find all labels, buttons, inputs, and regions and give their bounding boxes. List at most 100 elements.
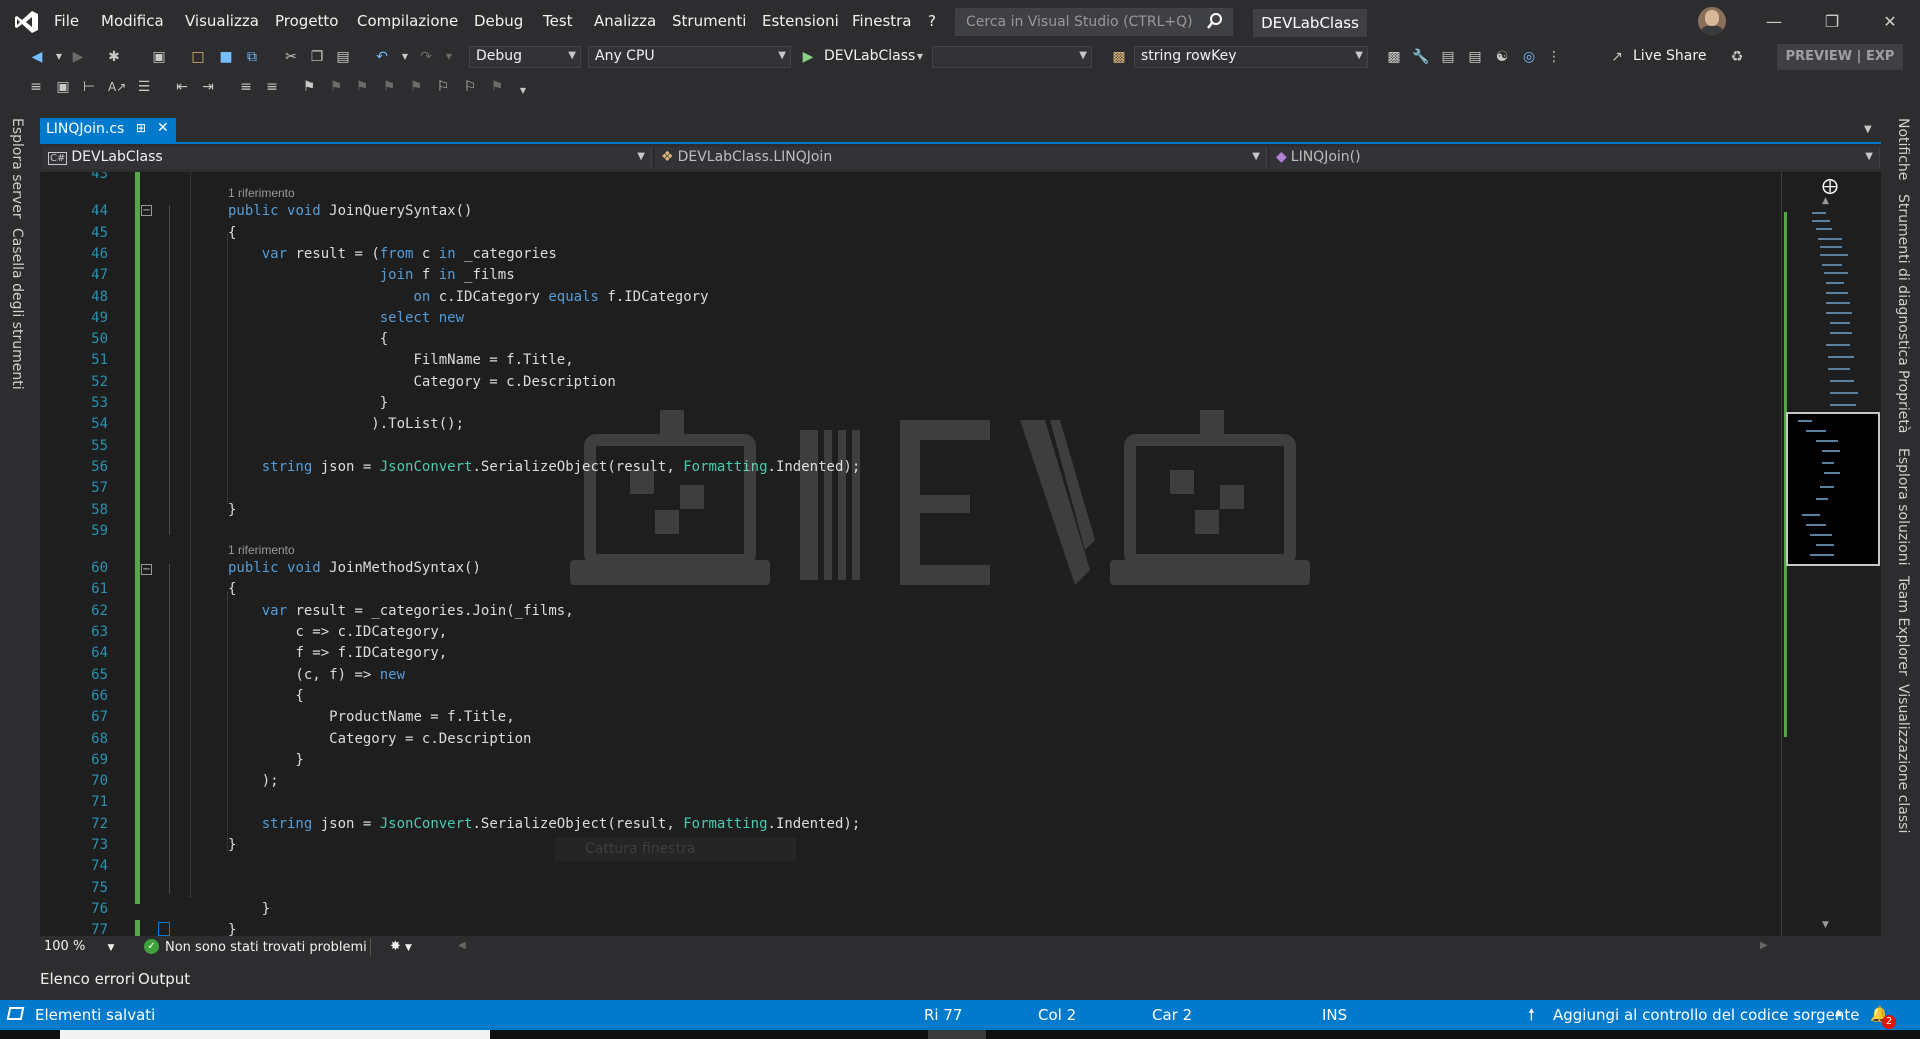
indent-icon[interactable]: ⇥ — [199, 78, 217, 96]
debug-target-select[interactable]: ▼ — [932, 46, 1092, 68]
redo-icon[interactable]: ↷ — [417, 48, 435, 66]
toolbar-overflow-icon[interactable]: ▼ — [514, 82, 532, 100]
bookmark-icon[interactable]: ⚑ — [300, 78, 318, 96]
member-list-icon[interactable]: ⊢ — [80, 78, 98, 96]
uncomment-icon[interactable]: ≡ — [263, 78, 281, 96]
next-bookmark-folder-icon[interactable]: ⚑ — [407, 78, 425, 96]
code-line[interactable]: var result = _categories.Join(_films, — [228, 603, 574, 619]
prev-bookmark-folder-icon[interactable]: ⚑ — [380, 78, 398, 96]
collapse-icon[interactable]: − — [141, 564, 152, 575]
tab-notifiche[interactable]: Notifiche — [1895, 118, 1911, 180]
status-row[interactable]: Ri 77 — [924, 1006, 962, 1024]
tab-elenco-errori[interactable]: Elenco errori — [40, 970, 135, 988]
outdent-icon[interactable]: ⇤ — [173, 78, 191, 96]
code-line[interactable]: on c.IDCategory equals f.IDCategory — [228, 289, 708, 305]
avatar[interactable] — [1698, 7, 1726, 35]
code-line[interactable]: string json = JsonConvert.SerializeObjec… — [228, 459, 861, 475]
menu-finestra[interactable]: Finestra — [852, 12, 912, 30]
menu-test[interactable]: Test — [543, 12, 573, 30]
next-bookmark-doc-icon[interactable]: ⚐ — [461, 78, 479, 96]
menu-compilazione[interactable]: Compilazione — [357, 12, 458, 30]
close-window-button[interactable]: ✕ — [1870, 8, 1910, 36]
code-line[interactable]: Category = c.Description — [228, 374, 615, 390]
visual-studio-logo-icon[interactable] — [14, 9, 40, 39]
pin-icon[interactable]: ⊞ — [136, 121, 146, 135]
parameter-info-icon[interactable]: ▣ — [54, 78, 72, 96]
quick-info-icon[interactable]: ≡ — [27, 78, 45, 96]
comment-icon[interactable]: ≡ — [237, 78, 255, 96]
tab-output[interactable]: Output — [138, 970, 190, 988]
menu-strumenti[interactable]: Strumenti — [672, 12, 746, 30]
start-debug-button[interactable]: DEVLabClass — [824, 48, 915, 64]
status-char[interactable]: Car 2 — [1152, 1006, 1192, 1024]
list-icon[interactable]: ☰ — [135, 78, 153, 96]
live-share-button[interactable]: Live Share — [1633, 48, 1706, 64]
prev-bookmark-icon[interactable]: ⚑ — [327, 78, 345, 96]
forward-icon[interactable]: ▶ — [69, 48, 87, 66]
menu-estensioni[interactable]: Estensioni — [762, 12, 839, 30]
back-icon[interactable]: ◀ — [28, 48, 46, 66]
code-line[interactable]: } — [228, 901, 270, 917]
prev-bookmark-doc-icon[interactable]: ⚐ — [434, 78, 452, 96]
search-icon[interactable] — [1206, 12, 1224, 34]
project-select[interactable]: C# DEVLabClass ▼ — [42, 147, 652, 169]
menu-analizza[interactable]: Analizza — [594, 12, 656, 30]
platform-select[interactable]: Any CPU ▼ — [588, 46, 791, 68]
code-line[interactable]: ); — [228, 773, 279, 789]
back-dropdown-icon[interactable]: ▼ — [50, 48, 68, 66]
tab-esplora-server[interactable]: Esplora server — [9, 118, 25, 219]
code-cleanup-icon[interactable]: ✸ ▼ — [390, 939, 412, 954]
code-line[interactable]: Category = c.Description — [228, 731, 531, 747]
code-line[interactable]: } — [228, 922, 236, 936]
solution-explorer-icon[interactable]: ▩ — [1385, 48, 1403, 66]
code-line[interactable]: f => f.IDCategory, — [228, 645, 447, 661]
scrollbar-minimap[interactable]: ⨁ ▲ ▼ — [1781, 172, 1881, 936]
document-tab[interactable]: LINQJoin.cs ⊞ ✕ — [40, 118, 176, 142]
tab-proprieta[interactable]: Proprietà — [1895, 370, 1911, 433]
code-line[interactable]: } — [228, 502, 236, 518]
code-line[interactable]: ProductName = f.Title, — [228, 709, 514, 725]
code-line[interactable]: var result = (from c in _categories — [228, 246, 557, 262]
code-line[interactable]: ).ToList(); — [228, 416, 464, 432]
find-in-files-icon[interactable]: ▩ — [1110, 48, 1128, 66]
taskbar-active-app[interactable] — [928, 1030, 986, 1039]
clear-bookmarks-icon[interactable]: ⚑ — [488, 78, 506, 96]
add-to-source-control-button[interactable]: Aggiungi al controllo del codice sorgent… — [1553, 1006, 1859, 1024]
tab-visualizzazione-classi[interactable]: Visualizzazione classi — [1895, 684, 1911, 833]
cut-icon[interactable]: ✂ — [282, 48, 300, 66]
class-select[interactable]: ❖ DEVLabClass.LINQJoin ▼ — [655, 147, 1267, 169]
member-select[interactable]: ◆ LINQJoin() ▼ — [1270, 147, 1880, 169]
code-line[interactable]: string json = JsonConvert.SerializeObjec… — [228, 816, 861, 832]
preview-badge[interactable]: PREVIEW | EXP — [1777, 44, 1903, 70]
server-icon[interactable]: ▤ — [1466, 48, 1484, 66]
scroll-down-icon[interactable]: ▼ — [1822, 920, 1829, 930]
feedback-icon[interactable]: ♻ — [1728, 48, 1746, 66]
code-line[interactable]: { — [228, 331, 388, 347]
new-project-icon[interactable]: ✱ — [105, 48, 123, 66]
wrench-icon[interactable]: 🔧 — [1412, 48, 1430, 66]
find-select[interactable]: string rowKey ▼ — [1134, 46, 1368, 68]
menu-help[interactable]: ? — [928, 12, 936, 30]
menu-debug[interactable]: Debug — [474, 12, 523, 30]
next-bookmark-icon[interactable]: ⚑ — [353, 78, 371, 96]
tab-esplora-soluzioni[interactable]: Esplora soluzioni — [1895, 448, 1911, 565]
code-line[interactable]: } — [228, 837, 236, 853]
split-icon[interactable]: ⨁ — [1822, 176, 1838, 195]
undo-icon[interactable]: ↶ — [373, 48, 391, 66]
minimize-button[interactable]: — — [1754, 8, 1794, 36]
tab-team-explorer[interactable]: Team Explorer — [1895, 576, 1911, 676]
code-line[interactable]: { — [228, 225, 236, 241]
issues-status[interactable]: Non sono stati trovati problemi — [165, 940, 367, 955]
team-icon[interactable]: ☯ — [1493, 48, 1511, 66]
toolbox-icon[interactable]: ▤ — [1439, 48, 1457, 66]
menu-progetto[interactable]: Progetto — [275, 12, 339, 30]
word-complete-icon[interactable]: A↗ — [108, 78, 126, 96]
tab-strumenti-diagnostica[interactable]: Strumenti di diagnostica — [1895, 194, 1911, 366]
zoom-select[interactable]: 100 % ▼ — [44, 939, 114, 954]
start-dropdown-icon[interactable]: ▼ — [911, 48, 929, 66]
code-line[interactable]: public void JoinMethodSyntax() — [228, 560, 481, 576]
menu-visualizza[interactable]: Visualizza — [185, 12, 259, 30]
menu-file[interactable]: File — [54, 12, 79, 30]
code-line[interactable]: public void JoinQuerySyntax() — [228, 203, 472, 219]
code-line[interactable]: { — [228, 688, 303, 704]
